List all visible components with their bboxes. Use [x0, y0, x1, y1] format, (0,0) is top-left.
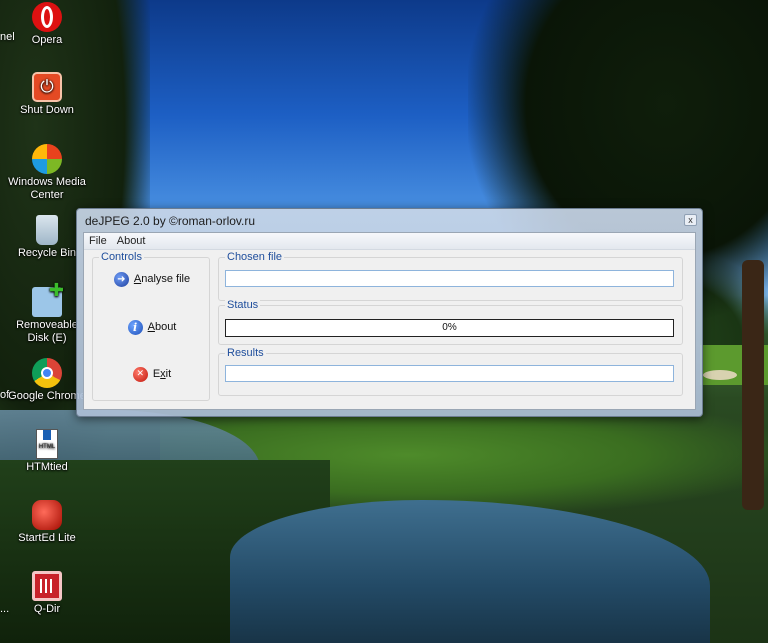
power-icon — [32, 72, 62, 102]
chosen-file-group: Chosen file — [218, 251, 683, 301]
menu-about[interactable]: About — [112, 233, 151, 249]
chosen-file-field[interactable] — [225, 270, 674, 287]
removable-disk-icon — [32, 284, 64, 317]
arrow-right-icon — [113, 271, 129, 287]
analyse-file-label: Analyse file — [133, 273, 191, 285]
status-progress-bar: 0% — [225, 319, 674, 337]
status-label: Status — [225, 299, 261, 311]
controls-group: Controls Analyse file About Exit — [92, 251, 211, 401]
exit-icon — [132, 366, 148, 382]
desktop-icon-started-lite[interactable]: StartEd Lite — [7, 500, 87, 545]
results-field[interactable] — [225, 365, 674, 382]
desktop-icon-label: Recycle Bin — [17, 247, 77, 259]
chosen-file-label: Chosen file — [225, 251, 285, 263]
desktop-icon-label: Opera — [31, 34, 63, 46]
window-title: deJPEG 2.0 by ©roman-orlov.ru — [85, 214, 256, 228]
windows-media-center-icon — [32, 144, 62, 174]
desktop-icon-opera[interactable]: Opera — [7, 2, 87, 47]
about-label: About — [147, 321, 177, 333]
chrome-icon — [32, 358, 62, 388]
desktop-icon-label: Q-Dir — [33, 603, 61, 615]
status-group: Status 0% — [218, 299, 683, 345]
desktop-icon-label: HTMtied — [26, 461, 68, 473]
desktop-icon-label: StartEd Lite — [18, 532, 76, 544]
progress-text: 0% — [442, 322, 457, 333]
desktop-icon-shut-down[interactable]: Shut Down — [7, 72, 87, 117]
info-icon — [127, 319, 143, 335]
desktop-icon-recycle-bin[interactable]: Recycle Bin — [7, 215, 87, 260]
desktop-icon-removable-disk[interactable]: Removeable Disk (E) — [7, 284, 87, 345]
desktop-icon-label: Shut Down — [20, 104, 74, 116]
menu-file[interactable]: File — [84, 233, 112, 249]
controls-group-label: Controls — [99, 251, 144, 263]
about-button[interactable]: About — [93, 315, 211, 339]
results-group: Results — [218, 347, 683, 396]
exit-button[interactable]: Exit — [93, 362, 211, 386]
recycle-bin-icon — [36, 215, 58, 245]
desktop-icon-google-chrome[interactable]: Google Chrome — [7, 358, 87, 403]
desktop-icon-label: Removeable Disk (E) — [16, 319, 78, 344]
desktop-icon-htmtied[interactable]: HTMtied — [7, 429, 87, 474]
window-close-button[interactable]: x — [684, 214, 697, 226]
q-dir-icon — [32, 571, 62, 601]
started-lite-icon — [32, 500, 62, 530]
results-label: Results — [225, 347, 266, 359]
window-client-area: File About Controls Analyse file About E… — [83, 232, 696, 410]
html-file-icon — [36, 429, 58, 459]
opera-icon — [32, 2, 62, 32]
wallpaper-tree-trunk — [742, 260, 764, 510]
menu-bar: File About — [84, 233, 695, 250]
wallpaper-bunker — [703, 370, 737, 380]
dejpeg-window: deJPEG 2.0 by ©roman-orlov.ru x File Abo… — [76, 208, 703, 417]
wallpaper-stream — [230, 500, 710, 643]
desktop-icon-windows-media-center[interactable]: Windows Media Center — [7, 144, 87, 202]
desktop-icon-label: Windows Media Center — [8, 176, 86, 201]
desktop-icon-q-dir[interactable]: Q-Dir — [7, 571, 87, 616]
window-titlebar[interactable]: deJPEG 2.0 by ©roman-orlov.ru x — [77, 209, 702, 231]
exit-label: Exit — [152, 368, 172, 380]
analyse-file-button[interactable]: Analyse file — [93, 267, 211, 291]
desktop-icon-label: Google Chrome — [8, 390, 86, 402]
